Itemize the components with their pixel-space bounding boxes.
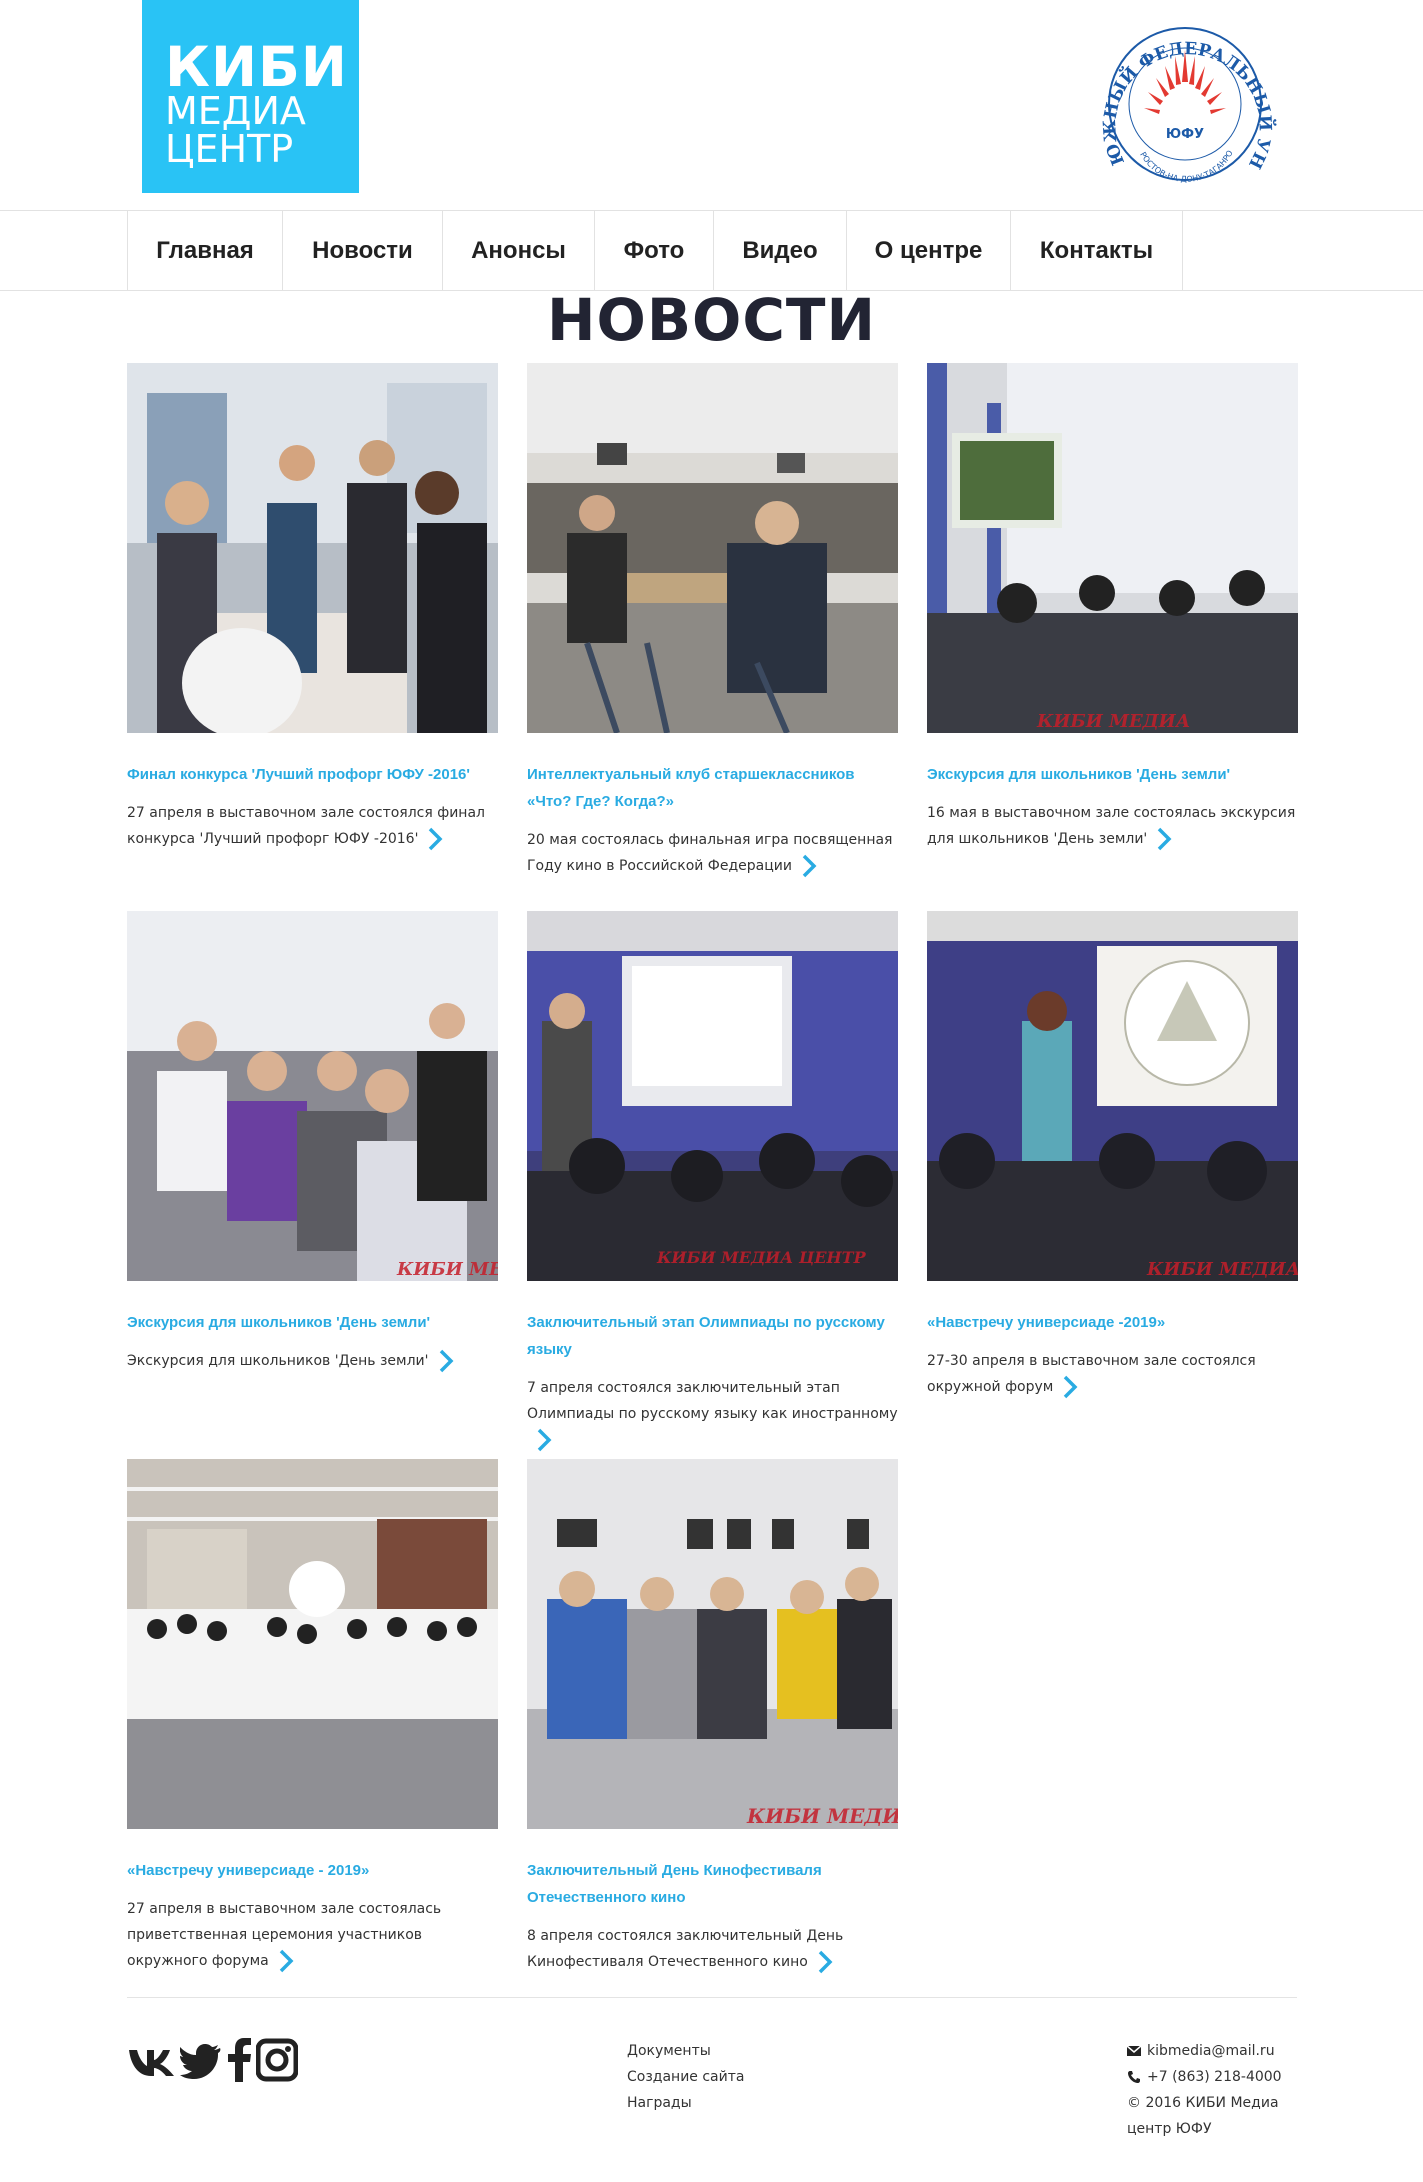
news-photo[interactable] <box>127 363 498 733</box>
footer-divider <box>127 1997 1297 1998</box>
footer-phone[interactable]: +7 (863) 218-4000 <box>1147 2064 1282 2090</box>
phone-icon <box>1128 2071 1140 2083</box>
envelope-icon <box>1127 2045 1141 2056</box>
instagram-icon[interactable] <box>256 2038 298 2082</box>
news-card: КИБИ МЕДИА «Навстречу универсиаде -2019»… <box>927 911 1299 1400</box>
news-photo[interactable]: КИБИ МЕДИА <box>527 1459 898 1829</box>
news-card: КИБИ МЕДИА Заключительный День Кинофести… <box>527 1459 899 1975</box>
footer-link-awards[interactable]: Награды <box>627 2090 744 2116</box>
news-title[interactable]: Заключительный этап Олимпиады по русском… <box>527 1309 899 1363</box>
nav-item-video[interactable]: Видео <box>713 211 846 291</box>
news-card: «Навстречу универсиаде - 2019» 27 апреля… <box>127 1459 499 1974</box>
footer-contacts: kibmedia@mail.ru +7 (863) 218-4000 © 201… <box>1127 2038 1297 2142</box>
chevron-right-icon[interactable] <box>437 1348 455 1374</box>
news-title[interactable]: Экскурсия для школьников 'День земли' <box>927 761 1299 788</box>
photo-watermark: КИБИ МЕДИА <box>746 1804 898 1828</box>
chevron-right-icon[interactable] <box>1061 1374 1079 1400</box>
photo-watermark: КИБИ МЕДИА ЦЕНТР <box>656 1248 867 1267</box>
nav-item-contacts[interactable]: Контакты <box>1010 211 1183 291</box>
news-card: КИБИ МЕ Экскурсия для школьников 'День з… <box>127 911 499 1374</box>
news-excerpt-text: 7 апреля состоялся заключительный этап О… <box>527 1380 898 1422</box>
univ-center-text: ЮФУ <box>1166 127 1204 142</box>
news-card: КИБИ МЕДИА Экскурсия для школьников 'Ден… <box>927 363 1299 852</box>
news-excerpt-text: Экскурсия для школьников 'День земли' <box>127 1353 429 1369</box>
news-excerpt: 27-30 апреля в выставочном зале состоялс… <box>927 1348 1299 1400</box>
news-title[interactable]: «Навстречу универсиаде - 2019» <box>127 1857 499 1884</box>
chevron-right-icon[interactable] <box>1155 826 1173 852</box>
logo-line-3: ЦЕНТР <box>165 127 294 171</box>
nav-item-home[interactable]: Главная <box>127 211 282 291</box>
news-card: Интеллектуальный клуб старшеклассников «… <box>527 363 899 879</box>
logo-line-1: КИБИ <box>165 35 348 99</box>
photo-watermark: КИБИ МЕДИА <box>1036 711 1190 732</box>
news-photo[interactable]: КИБИ МЕДИА <box>927 911 1298 1281</box>
nav-item-announcements[interactable]: Анонсы <box>442 211 594 291</box>
news-photo[interactable]: КИБИ МЕ <box>127 911 498 1281</box>
news-excerpt-text: 27-30 апреля в выставочном зале состоялс… <box>927 1353 1256 1395</box>
news-title[interactable]: Финал конкурса 'Лучший профорг ЮФУ -2016… <box>127 761 499 788</box>
page-title: НОВОСТИ <box>546 286 877 354</box>
main-nav: Главная Новости Анонсы Фото Видео О цент… <box>0 210 1423 291</box>
news-photo[interactable] <box>127 1459 498 1829</box>
footer-link-documents[interactable]: Документы <box>627 2038 744 2064</box>
footer-email[interactable]: kibmedia@mail.ru <box>1147 2038 1275 2064</box>
news-photo[interactable] <box>527 363 898 733</box>
vk-icon[interactable] <box>127 2038 177 2082</box>
facebook-icon[interactable] <box>226 2038 254 2082</box>
nav-item-news[interactable]: Новости <box>282 211 442 291</box>
news-title[interactable]: Экскурсия для школьников 'День земли' <box>127 1309 499 1336</box>
footer-links: Документы Создание сайта Награды <box>627 2038 744 2116</box>
news-excerpt: 27 апреля в выставочном зале состоялась … <box>127 1896 499 1974</box>
photo-watermark: КИБИ МЕДИА <box>1146 1259 1298 1280</box>
news-title[interactable]: Заключительный День Кинофестиваля Отечес… <box>527 1857 899 1911</box>
nav-item-about[interactable]: О центре <box>846 211 1010 291</box>
news-excerpt: 7 апреля состоялся заключительный этап О… <box>527 1375 899 1453</box>
chevron-right-icon[interactable] <box>816 1949 834 1975</box>
news-excerpt: 16 мая в выставочном зале состоялась экс… <box>927 800 1299 852</box>
chevron-right-icon[interactable] <box>426 826 444 852</box>
kibi-media-logo[interactable]: КИБИ МЕДИА ЦЕНТР <box>142 0 359 193</box>
news-photo[interactable]: КИБИ МЕДИА <box>927 363 1298 733</box>
news-excerpt: 20 мая состоялась финальная игра посвяще… <box>527 827 899 879</box>
news-excerpt-text: 16 мая в выставочном зале состоялась экс… <box>927 805 1296 847</box>
news-excerpt: 27 апреля в выставочном зале состоялся ф… <box>127 800 499 852</box>
footer-link-site-creation[interactable]: Создание сайта <box>627 2064 744 2090</box>
news-title[interactable]: «Навстречу универсиаде -2019» <box>927 1309 1299 1336</box>
news-excerpt: 8 апреля состоялся заключительный День К… <box>527 1923 899 1975</box>
photo-watermark: КИБИ МЕ <box>396 1259 498 1280</box>
footer-copyright: © 2016 КИБИ Медиа центр ЮФУ <box>1127 2095 1279 2137</box>
news-photo[interactable]: КИБИ МЕДИА ЦЕНТР <box>527 911 898 1281</box>
chevron-right-icon[interactable] <box>800 853 818 879</box>
nav-item-photo[interactable]: Фото <box>594 211 713 291</box>
news-excerpt-text: 20 мая состоялась финальная игра посвяще… <box>527 832 893 874</box>
news-card: КИБИ МЕДИА ЦЕНТР Заключительный этап Оли… <box>527 911 899 1453</box>
twitter-icon[interactable] <box>180 2038 224 2082</box>
news-title[interactable]: Интеллектуальный клуб старшеклассников «… <box>527 761 899 815</box>
chevron-right-icon[interactable] <box>277 1948 295 1974</box>
news-card: Финал конкурса 'Лучший профорг ЮФУ -2016… <box>127 363 499 852</box>
chevron-right-icon[interactable] <box>535 1427 553 1453</box>
sfedu-university-logo[interactable]: ЮЖНЫЙ ФЕДЕРАЛЬНЫЙ УНИВЕРСИТЕТ РОСТОВ-НА-… <box>1080 12 1290 192</box>
news-excerpt-text: 8 апреля состоялся заключительный День К… <box>527 1928 844 1970</box>
news-excerpt: Экскурсия для школьников 'День земли' <box>127 1348 499 1374</box>
